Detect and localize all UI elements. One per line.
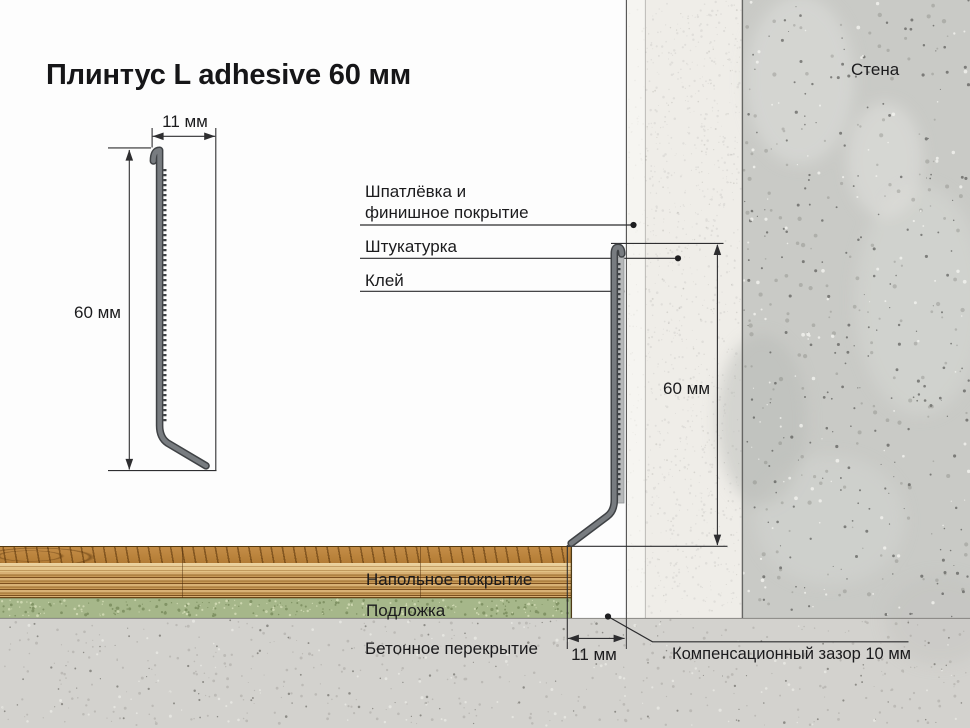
page-title: Плинтус L adhesive 60 мм — [46, 59, 411, 92]
installed-depth-dim-label: 11 мм — [558, 644, 630, 665]
floor-covering-label: Напольное покрытие — [366, 569, 532, 590]
expansion-gap-label: Компенсационный зазор 10 мм — [672, 644, 911, 665]
concrete-patches — [717, 0, 970, 665]
installed-height-dim-label: 60 мм — [663, 378, 710, 399]
concrete-slab-label: Бетонное перекрытие — [365, 638, 538, 659]
gap-leader — [608, 617, 909, 642]
profile-width-dim-label: 11 мм — [150, 111, 220, 132]
profile-drawing — [153, 150, 206, 466]
diagram-art — [0, 0, 970, 728]
adhesive-label: Клей — [365, 270, 404, 291]
profile-height-dim-label: 60 мм — [41, 302, 121, 323]
wall-label: Стена — [851, 59, 899, 80]
diagram-canvas: Плинтус L adhesive 60 мм Стена Шпатлёвка… — [0, 0, 970, 728]
plaster-label: Штукатурка — [365, 236, 457, 257]
underlay-label: Подложка — [366, 600, 445, 621]
putty-finish-label: Шпатлёвка и финишное покрытие — [365, 181, 551, 224]
